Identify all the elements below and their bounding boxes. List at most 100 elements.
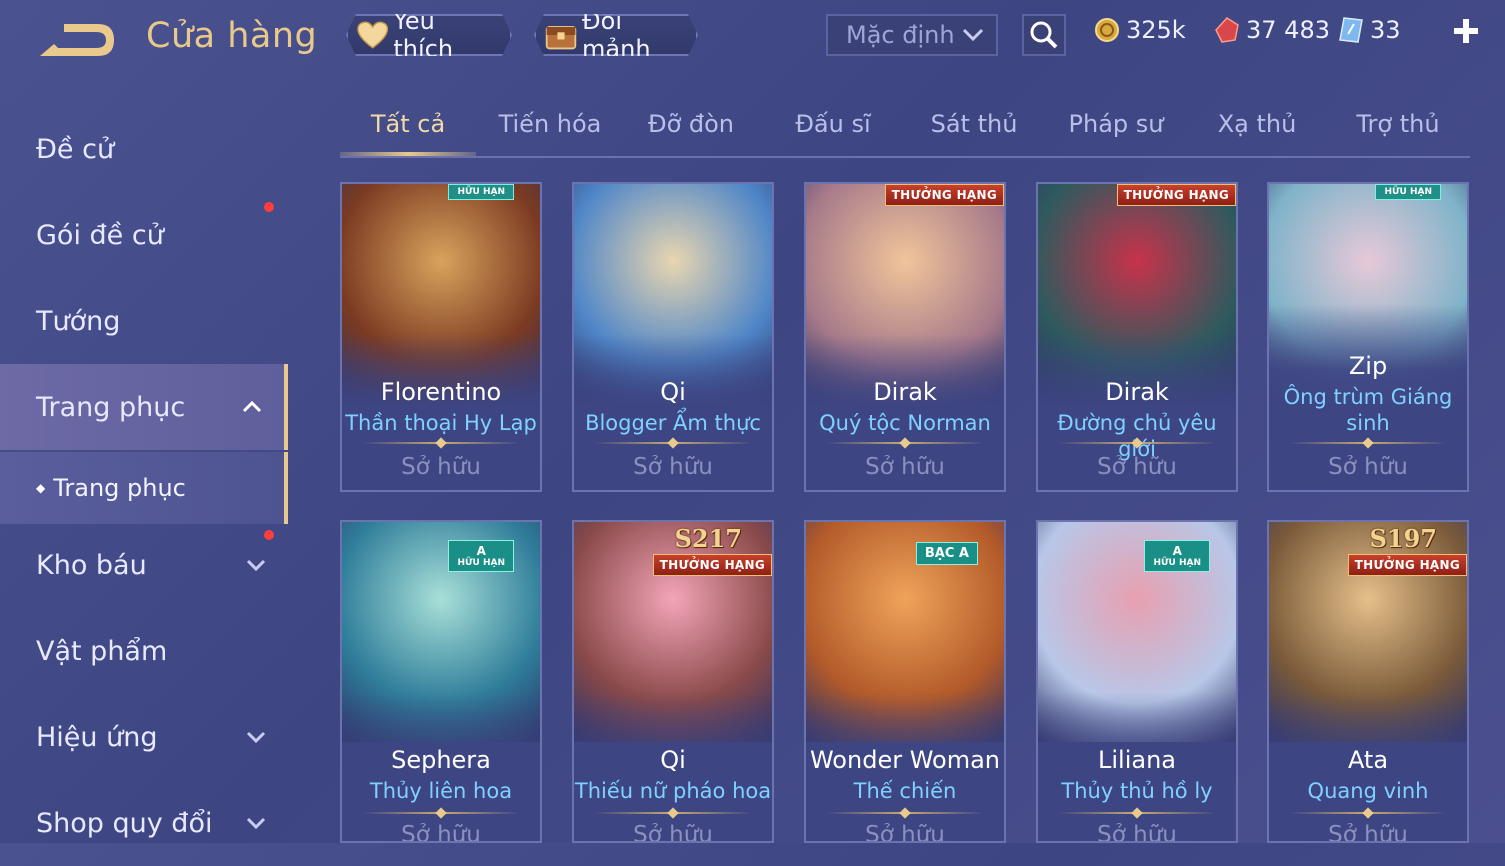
hero-name: Wonder Woman bbox=[809, 746, 1001, 774]
divider-gem bbox=[1362, 437, 1374, 449]
chevron-down-icon bbox=[246, 559, 266, 571]
sidebar-item-effects[interactable]: Hiệu ứng bbox=[0, 694, 288, 780]
hero-name: Dirak bbox=[873, 378, 937, 406]
skin-card[interactable]: THƯỞNG HẠNG Dirak Quý tộc Norman Sở hữu bbox=[804, 182, 1006, 492]
sort-dropdown[interactable]: Mặc định bbox=[826, 14, 998, 56]
limited-badge: A HỮU HẠN bbox=[1144, 540, 1210, 572]
hero-name: Liliana bbox=[1098, 746, 1176, 774]
owned-status: Sở hữu bbox=[401, 454, 481, 480]
back-arrow-icon bbox=[40, 24, 114, 56]
skin-card[interactable]: S217 THƯỞNG HẠNG Qi Thiếu nữ pháo hoa Sở… bbox=[572, 520, 774, 843]
skin-name: Thế chiến bbox=[853, 779, 957, 803]
tab-support[interactable]: Trợ thủ bbox=[1330, 110, 1466, 138]
hero-name: Ata bbox=[1347, 746, 1389, 774]
active-tab-indicator bbox=[340, 152, 476, 156]
skin-name: Blogger Ẩm thực bbox=[585, 411, 761, 435]
skin-name: Ông trùm Giáng sinh bbox=[1283, 385, 1453, 435]
sidebar-item-label: Gói đề cử bbox=[36, 219, 164, 251]
search-button[interactable] bbox=[1022, 14, 1066, 56]
skin-name: Thiếu nữ pháo hoa bbox=[574, 779, 772, 803]
premium-badge: THƯỞNG HẠNG bbox=[1347, 554, 1467, 576]
tab-tank[interactable]: Đỡ đòn bbox=[623, 110, 759, 138]
favorites-button[interactable]: Yêu thích bbox=[346, 14, 512, 56]
badge-label: HỮU HẠN bbox=[457, 558, 505, 568]
skin-card[interactable]: BẠC A Wonder Woman Thế chiến Sở hữu bbox=[804, 520, 1006, 843]
premium-badge: THƯỞNG HẠNG bbox=[884, 184, 1004, 206]
hero-name: Zip bbox=[1348, 352, 1388, 380]
sidebar: Đề cử Gói đề cử Tướng Trang phục ◆ Trang… bbox=[0, 100, 290, 843]
favorites-label: Yêu thích bbox=[393, 7, 454, 63]
hero-name: Florentino bbox=[380, 378, 502, 406]
skin-card[interactable]: S197 THƯỞNG HẠNG Ata Quang vinh Sở hữu bbox=[1267, 520, 1469, 843]
badge-label: HỮU HẠN bbox=[1153, 558, 1201, 568]
bullet-icon: ◆ bbox=[36, 481, 46, 495]
chevron-down-icon bbox=[962, 28, 984, 42]
skin-name: Thủy liên hoa bbox=[369, 779, 513, 803]
hero-name: Qi bbox=[660, 378, 686, 406]
chevron-down-icon bbox=[246, 817, 266, 829]
exchange-label: Đổi mảnh bbox=[582, 7, 651, 63]
skin-card[interactable]: Qi Blogger Ẩm thực Sở hữu bbox=[572, 182, 774, 492]
tab-evolution[interactable]: Tiến hóa bbox=[482, 110, 618, 138]
notification-dot bbox=[264, 202, 274, 212]
tab-assassin[interactable]: Sát thủ bbox=[906, 110, 1042, 138]
sidebar-item-label: Hiệu ứng bbox=[36, 721, 158, 753]
tab-mage[interactable]: Pháp sư bbox=[1048, 110, 1184, 138]
skin-card[interactable]: A HỮU HẠN Sephera Thủy liên hoa Sở hữu bbox=[340, 520, 542, 843]
hero-name: Qi bbox=[660, 746, 686, 774]
sidebar-item-recommended-packs[interactable]: Gói đề cử bbox=[0, 192, 288, 278]
owned-status: Sở hữu bbox=[1328, 454, 1408, 480]
tab-all[interactable]: Tất cả bbox=[340, 110, 476, 138]
sidebar-item-skins[interactable]: Trang phục bbox=[0, 364, 288, 450]
sidebar-item-heroes[interactable]: Tướng bbox=[0, 278, 288, 364]
sidebar-item-label: Đề cử bbox=[36, 133, 115, 165]
sort-label: Mặc định bbox=[846, 21, 955, 49]
owned-status: Sở hữu bbox=[1097, 454, 1177, 480]
hero-name: Sephera bbox=[391, 746, 491, 774]
sidebar-item-items[interactable]: Vật phẩm bbox=[0, 608, 288, 694]
exchange-fragments-button[interactable]: Đổi mảnh bbox=[534, 14, 698, 56]
treasure-chest-icon bbox=[544, 18, 578, 52]
skin-card[interactable]: HỮU HẠN Florentino Thần thoại Hy Lạp Sở … bbox=[340, 182, 542, 492]
owned-status: Sở hữu bbox=[633, 454, 713, 480]
sidebar-item-label: Kho báu bbox=[36, 549, 147, 581]
tier-letter: A bbox=[476, 544, 486, 558]
skin-card[interactable]: A HỮU HẠN Liliana Thủy thủ hồ ly Sở hữu bbox=[1036, 520, 1238, 843]
limited-badge: HỮU HẠN bbox=[448, 184, 514, 200]
sidebar-item-recommended[interactable]: Đề cử bbox=[0, 106, 288, 192]
notification-dot bbox=[264, 530, 274, 540]
voucher-icon bbox=[1339, 17, 1363, 43]
sidebar-subitem-skins[interactable]: ◆ Trang phục bbox=[0, 452, 288, 524]
season-badge: S197 bbox=[1369, 524, 1437, 553]
sidebar-item-label: Vật phẩm bbox=[36, 635, 168, 667]
voucher-amount: 33 bbox=[1370, 16, 1401, 44]
owned-status: Sở hữu bbox=[401, 822, 481, 843]
premium-badge: THƯỞNG HẠNG bbox=[652, 554, 772, 576]
gem-currency: 37 483 bbox=[1214, 16, 1330, 44]
tab-fighter[interactable]: Đấu sĩ bbox=[765, 110, 901, 138]
back-button[interactable] bbox=[36, 20, 114, 62]
search-icon bbox=[1030, 21, 1058, 49]
owned-status: Sở hữu bbox=[865, 822, 945, 843]
season-badge: S217 bbox=[674, 524, 742, 553]
gold-currency: 325k bbox=[1094, 16, 1186, 44]
chevron-up-icon bbox=[242, 401, 262, 413]
skin-card[interactable]: HỮU HẠN Zip Ông trùm Giáng sinh Sở hữu bbox=[1267, 182, 1469, 492]
sidebar-item-label: Trang phục bbox=[36, 391, 186, 423]
sidebar-item-label: Shop quy đổi bbox=[36, 807, 213, 839]
sidebar-item-treasure[interactable]: Kho báu bbox=[0, 522, 288, 608]
skin-name: Thủy thủ hồ ly bbox=[1061, 779, 1213, 803]
skin-card[interactable]: THƯỞNG HẠNG Dirak Đường chủ yêu giới Sở … bbox=[1036, 182, 1238, 492]
sidebar-item-exchange-shop[interactable]: Shop quy đổi bbox=[0, 780, 288, 866]
tier-letter: A bbox=[1172, 544, 1182, 558]
gold-coin-icon bbox=[1095, 18, 1119, 42]
voucher-currency: 33 bbox=[1338, 16, 1401, 44]
tab-marksman[interactable]: Xạ thủ bbox=[1189, 110, 1325, 138]
owned-status: Sở hữu bbox=[633, 822, 713, 843]
silver-badge: BẠC A bbox=[915, 542, 978, 565]
owned-status: Sở hữu bbox=[1328, 822, 1408, 843]
gem-amount: 37 483 bbox=[1246, 16, 1330, 44]
add-currency-button[interactable] bbox=[1448, 16, 1484, 52]
limited-badge: A HỮU HẠN bbox=[448, 540, 514, 572]
sidebar-item-label: Tướng bbox=[36, 305, 121, 337]
